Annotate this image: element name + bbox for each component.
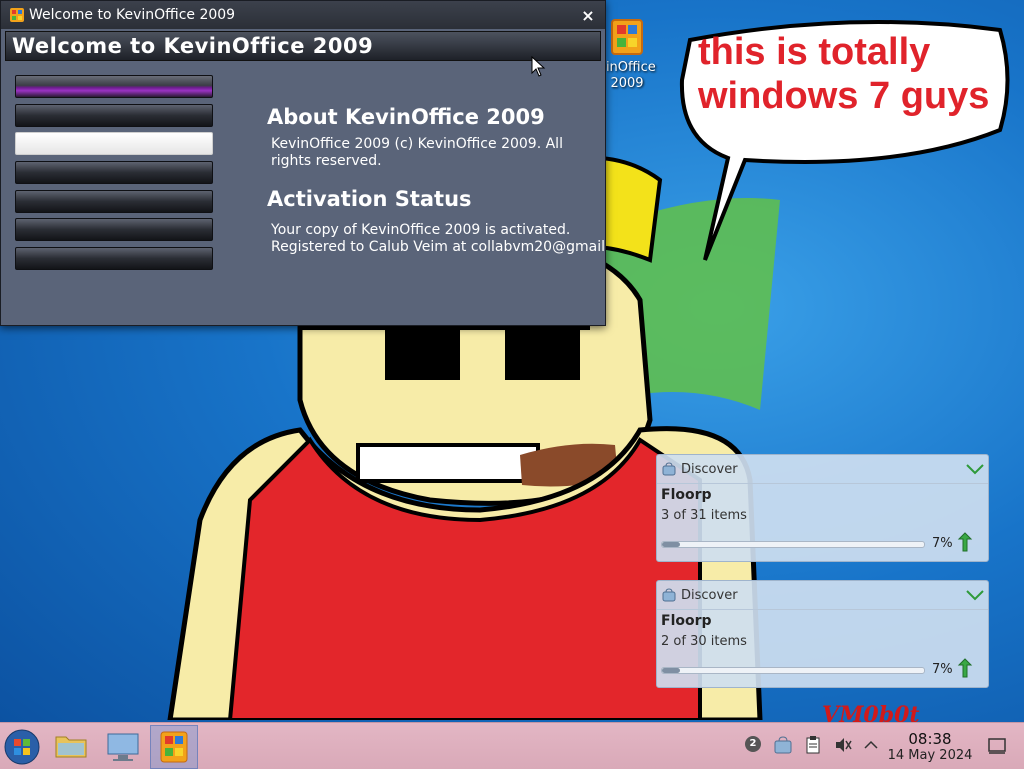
activation-text: Your copy of KevinOffice 2009 is activat… xyxy=(271,222,605,256)
welcome-window: Welcome to KevinOffice 2009 × Welcome to… xyxy=(0,0,606,326)
windows-orb-icon[interactable] xyxy=(4,729,40,765)
menu-item-4[interactable] xyxy=(15,161,213,184)
notification-subtitle: 2 of 30 items xyxy=(661,634,747,649)
progress-percent: 7% xyxy=(932,662,953,677)
discover-icon xyxy=(662,588,676,602)
speech-bubble-text: this is totally windows 7 guys xyxy=(698,30,998,118)
menu-item-1[interactable] xyxy=(15,75,213,98)
about-text: KevinOffice 2009 (c) KevinOffice 2009. A… xyxy=(271,136,563,169)
activation-line-1: Your copy of KevinOffice 2009 is activat… xyxy=(271,222,571,238)
show-desktop-icon[interactable] xyxy=(986,734,1008,756)
clipboard-icon[interactable] xyxy=(802,734,824,756)
kevinoffice-icon[interactable] xyxy=(150,725,198,769)
clock-date: 14 May 2024 xyxy=(887,748,973,763)
about-heading: About KevinOffice 2009 xyxy=(267,105,545,129)
speech-line-2: windows 7 guys xyxy=(698,75,990,117)
undo-arrow-icon[interactable] xyxy=(957,531,979,553)
progress-fill xyxy=(662,668,681,673)
activation-heading: Activation Status xyxy=(267,187,472,211)
window-titlebar[interactable]: Welcome to KevinOffice 2009 × xyxy=(1,1,605,29)
notification-title: Floorp xyxy=(661,487,712,503)
menu-item-6[interactable] xyxy=(15,218,213,241)
notification-card[interactable]: Discover Floorp 2 of 30 items 7% xyxy=(656,580,989,688)
progress-percent: 7% xyxy=(932,536,953,551)
window-banner: Welcome to KevinOffice 2009 xyxy=(5,31,601,61)
menu-item-5[interactable] xyxy=(15,190,213,213)
folder-icon[interactable] xyxy=(48,725,94,767)
discover-icon[interactable] xyxy=(772,734,794,756)
menu-item-7[interactable] xyxy=(15,247,213,270)
undo-arrow-icon[interactable] xyxy=(957,657,979,679)
notification-app-name: Discover xyxy=(681,461,738,477)
notification-subtitle: 3 of 31 items xyxy=(661,508,747,523)
progress-bar xyxy=(661,667,925,674)
notification-header: Discover xyxy=(657,455,988,484)
chevron-down-icon[interactable] xyxy=(962,459,988,479)
window-title: Welcome to KevinOffice 2009 xyxy=(29,7,236,23)
kevinoffice-icon xyxy=(610,18,644,56)
notification-card[interactable]: Discover Floorp 3 of 31 items 7% xyxy=(656,454,989,562)
notification-app-name: Discover xyxy=(681,587,738,603)
menu-item-3[interactable] xyxy=(15,132,213,155)
discover-icon xyxy=(662,462,676,476)
notifications-badge-icon[interactable]: 2 xyxy=(745,736,761,752)
clock-time: 08:38 xyxy=(908,730,952,748)
clock[interactable]: 08:38 14 May 2024 xyxy=(884,731,976,764)
menu-item-2[interactable] xyxy=(15,104,213,127)
activation-line-2: Registered to Calub Veim at collabvm20@g… xyxy=(271,239,605,255)
window-body: About KevinOffice 2009 KevinOffice 2009 … xyxy=(1,61,605,323)
notification-header: Discover xyxy=(657,581,988,610)
mouse-cursor-icon xyxy=(531,56,546,77)
chevron-down-icon[interactable] xyxy=(962,585,988,605)
notification-title: Floorp xyxy=(661,613,712,629)
system-settings-icon[interactable] xyxy=(100,725,146,767)
expand-tray-icon[interactable] xyxy=(860,734,882,756)
progress-fill xyxy=(662,542,681,547)
progress-bar xyxy=(661,541,925,548)
speech-line-1: this is totally xyxy=(698,31,931,73)
close-button[interactable]: × xyxy=(577,6,599,25)
volume-muted-icon[interactable] xyxy=(832,734,854,756)
kevinoffice-icon xyxy=(10,8,24,22)
